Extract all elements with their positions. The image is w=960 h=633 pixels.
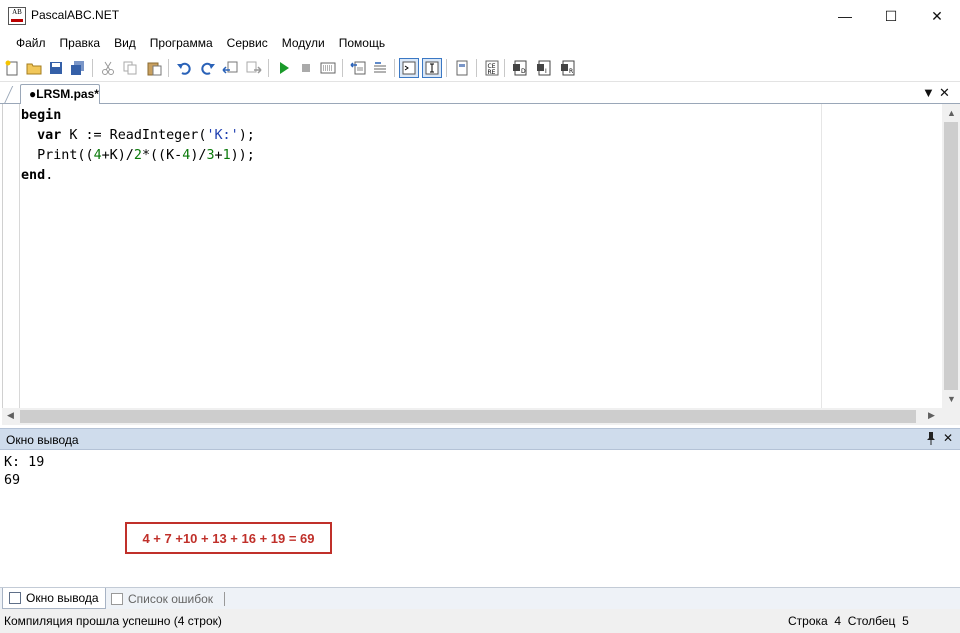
close-window-button[interactable]: ✕ (914, 0, 960, 32)
window-title: PascalABC.NET (31, 8, 120, 22)
form-designer-icon[interactable] (452, 58, 472, 78)
debug-step-over-icon[interactable] (370, 58, 390, 78)
menu-file[interactable]: Файл (9, 32, 53, 54)
bottom-tab-strip: Окно вывода Список ошибок (0, 587, 960, 609)
output-text: K: 19 69 (4, 454, 44, 490)
vertical-scroll-thumb[interactable] (944, 122, 958, 390)
tab-separator (224, 592, 225, 606)
scroll-left-icon[interactable]: ◀ (7, 410, 14, 421)
menu-view[interactable]: Вид (107, 32, 143, 54)
scroll-up-icon[interactable]: ▲ (947, 108, 956, 118)
replace-icon[interactable]: R (558, 58, 578, 78)
menu-edit[interactable]: Правка (53, 32, 108, 54)
status-bar: Компиляция прошла успешно (4 строк) Стро… (0, 609, 960, 633)
close-output-panel-icon[interactable]: ✕ (943, 431, 953, 445)
menu-help[interactable]: Помощь (332, 32, 392, 54)
text-toggle-icon[interactable] (422, 58, 442, 78)
toolbar: CE RE D I R (0, 54, 960, 82)
stop-icon[interactable] (296, 58, 316, 78)
scrollbar-corner (942, 408, 960, 425)
svg-text:RE: RE (488, 69, 496, 76)
app-logo-icon: AB (8, 7, 26, 25)
editor-gutter (3, 104, 20, 408)
tab-error-list[interactable]: Список ошибок (105, 588, 219, 609)
output-window-icon (9, 592, 21, 604)
undo-icon[interactable] (174, 58, 194, 78)
annotation-box: 4 + 7 +10 + 13 + 16 + 19 = 69 (125, 522, 332, 554)
title-bar: AB PascalABC.NET — ☐ ✕ (0, 0, 960, 32)
find-icon[interactable]: D (510, 58, 530, 78)
code-line-4: end. (21, 168, 54, 183)
output-window[interactable]: K: 19 69 4 + 7 +10 + 13 + 16 + 19 = 69 (0, 450, 960, 587)
code-line-2: var K := ReadInteger('K:'); (37, 128, 255, 143)
editor-horizontal-scrollbar[interactable]: ◀ ▶ (2, 408, 942, 425)
save-icon[interactable] (46, 58, 66, 78)
code-line-3: Print((4+K)/2*((K-4)/3+1)); (21, 148, 255, 163)
maximize-button[interactable]: ☐ (868, 0, 914, 32)
find-in-files-icon[interactable]: I (534, 58, 554, 78)
code-line-1: begin (21, 108, 62, 123)
output-line-1: K: 19 (4, 455, 45, 470)
paste-icon[interactable] (144, 58, 164, 78)
code-text[interactable]: begin var K := ReadInteger('K:'); Print(… (21, 106, 255, 186)
svg-text:D: D (521, 68, 526, 75)
run-icon[interactable] (274, 58, 294, 78)
scroll-right-icon[interactable]: ▶ (928, 410, 935, 421)
code-template-icon[interactable]: CE RE (482, 58, 502, 78)
debug-step-icon[interactable] (348, 58, 368, 78)
svg-text:I: I (545, 68, 547, 75)
output-line-2: 69 (4, 473, 21, 488)
navigate-back-icon[interactable] (220, 58, 240, 78)
menu-service[interactable]: Сервис (220, 32, 275, 54)
horizontal-scroll-thumb[interactable] (20, 410, 916, 423)
error-list-icon (111, 592, 123, 605)
copy-icon[interactable] (120, 58, 140, 78)
new-file-icon[interactable] (2, 58, 22, 78)
document-tab-strip: ●LRSM.pas* ▼ ✕ (0, 82, 960, 105)
cursor-position: Строка 4 Столбец 5 (788, 614, 909, 628)
open-folder-icon[interactable] (24, 58, 44, 78)
minimize-button[interactable]: — (822, 0, 868, 32)
tab-lrsm-pas[interactable]: ●LRSM.pas* (20, 84, 100, 105)
tab-output-window-label: Окно вывода (26, 591, 99, 605)
tab-output-window[interactable]: Окно вывода (2, 588, 106, 609)
close-tab-icon[interactable]: ✕ (939, 85, 950, 101)
compile-icon[interactable] (318, 58, 338, 78)
output-panel-title: Окно вывода (6, 433, 79, 447)
svg-text:R: R (569, 68, 573, 75)
status-message: Компиляция прошла успешно (4 строк) (4, 614, 222, 628)
cut-icon[interactable] (98, 58, 118, 78)
menu-bar: Файл Правка Вид Программа Сервис Модули … (0, 32, 960, 54)
output-window-toggle-icon[interactable] (399, 58, 419, 78)
editor-vertical-scrollbar[interactable]: ▲ ▼ (942, 104, 960, 408)
scroll-down-icon[interactable]: ▼ (947, 394, 956, 404)
save-all-icon[interactable] (68, 58, 88, 78)
tab-error-list-label: Список ошибок (128, 591, 214, 606)
right-margin-line (821, 104, 822, 408)
code-editor[interactable]: begin var K := ReadInteger('K:'); Print(… (2, 104, 942, 408)
output-panel-header: Окно вывода ✕ (0, 428, 960, 450)
menu-program[interactable]: Программа (143, 32, 220, 54)
navigate-forward-icon[interactable] (244, 58, 264, 78)
menu-modules[interactable]: Модули (275, 32, 332, 54)
tab-list-dropdown-icon[interactable]: ▼ (922, 85, 935, 100)
redo-icon[interactable] (198, 58, 218, 78)
pin-icon[interactable] (925, 431, 937, 448)
